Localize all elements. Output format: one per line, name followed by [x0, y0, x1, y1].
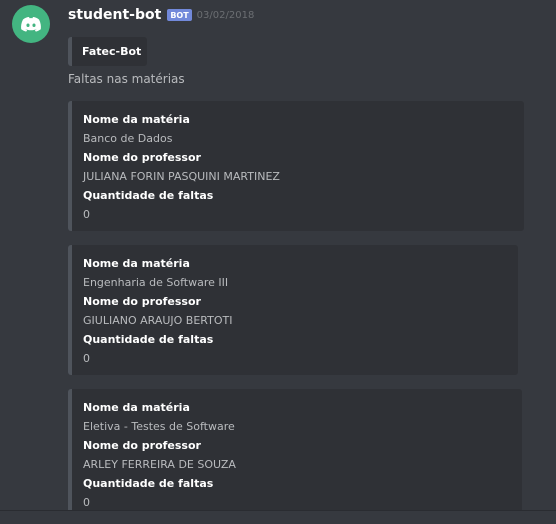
discord-logo-icon — [21, 17, 41, 32]
field-value-professor: ARLEY FERREIRA DE SOUZA — [83, 458, 236, 471]
field-value-absences: 0 — [83, 208, 90, 221]
field-value-subject: Eletiva - Testes de Software — [83, 420, 235, 433]
field-name-subject: Nome da matéria — [83, 401, 190, 414]
title-embed: Fatec-Bot — [68, 37, 147, 66]
message-timestamp: 03/02/2018 — [196, 9, 255, 21]
message-input-area — [0, 510, 556, 524]
username[interactable]: student-bot — [68, 7, 161, 23]
message-content: Faltas nas matérias — [68, 72, 185, 86]
field-value-subject: Engenharia de Software III — [83, 276, 229, 289]
subject-embed: Nome da matéria Banco de Dados Nome do p… — [68, 101, 524, 231]
field-name-professor: Nome do professor — [83, 295, 201, 308]
chat-view: student-bot BOT 03/02/2018 Fatec-Bot Fal… — [0, 0, 556, 524]
message-header: student-bot BOT 03/02/2018 — [68, 7, 254, 23]
field-name-absences: Quantidade de faltas — [83, 333, 214, 346]
bot-badge: BOT — [167, 9, 192, 21]
field-value-professor: GIULIANO ARAUJO BERTOTI — [83, 314, 233, 327]
subject-embed: Nome da matéria Eletiva - Testes de Soft… — [68, 389, 522, 517]
field-name-subject: Nome da matéria — [83, 257, 190, 270]
avatar[interactable] — [12, 5, 50, 43]
field-value-absences: 0 — [83, 352, 90, 365]
field-name-absences: Quantidade de faltas — [83, 189, 214, 202]
field-name-professor: Nome do professor — [83, 439, 201, 452]
field-name-subject: Nome da matéria — [83, 113, 190, 126]
field-value-subject: Banco de Dados — [83, 132, 173, 145]
field-name-professor: Nome do professor — [83, 151, 201, 164]
field-value-professor: JULIANA FORIN PASQUINI MARTINEZ — [83, 170, 280, 183]
embed-title: Fatec-Bot — [82, 45, 142, 58]
subject-embed: Nome da matéria Engenharia de Software I… — [68, 245, 518, 375]
field-name-absences: Quantidade de faltas — [83, 477, 214, 490]
